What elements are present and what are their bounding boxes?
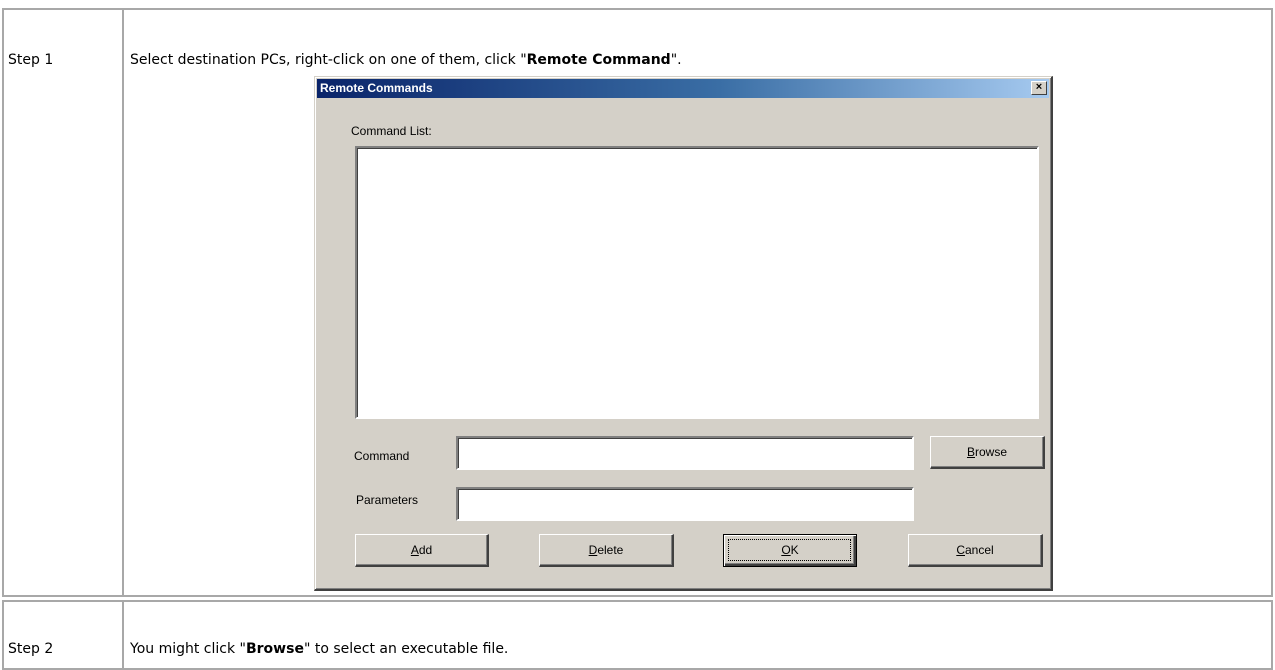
delete-button[interactable]: Delete <box>539 534 674 567</box>
step1-instruction-suffix: ". <box>670 52 682 68</box>
command-list-label: Command List: <box>351 124 432 138</box>
dialog-titlebar[interactable]: Remote Commands × <box>317 79 1049 98</box>
step1-label: Step 1 <box>8 52 54 68</box>
parameters-label: Parameters <box>356 493 419 507</box>
close-icon[interactable]: × <box>1031 81 1047 95</box>
remote-commands-dialog: Remote Commands × Command List: Command … <box>314 76 1053 591</box>
step2-instruction-suffix: " to select an executable file. <box>303 641 509 657</box>
step2-instruction: You might click "Browse" to select an ex… <box>130 641 508 657</box>
command-label: Command <box>354 449 410 463</box>
command-input[interactable] <box>456 436 914 470</box>
step1-instruction-bold: Remote Command <box>526 52 671 68</box>
delete-mnemonic: D <box>588 543 598 557</box>
step2-instruction-bold: Browse <box>245 641 304 657</box>
ok-button[interactable]: OK <box>723 534 857 567</box>
command-list[interactable] <box>355 146 1039 419</box>
dialog-title: Remote Commands <box>320 81 433 95</box>
delete-label-rest: elete <box>597 543 624 557</box>
cancel-button[interactable]: Cancel <box>908 534 1043 567</box>
step2-content-cell <box>122 600 1273 670</box>
step2-label: Step 2 <box>8 641 54 657</box>
add-button[interactable]: Add <box>355 534 489 567</box>
cancel-label-rest: ancel <box>964 543 994 557</box>
add-label-rest: dd <box>418 543 433 557</box>
browse-label-rest: rowse <box>975 445 1008 459</box>
step2-instruction-prefix: You might click " <box>130 641 246 657</box>
add-mnemonic: A <box>410 543 419 557</box>
cancel-mnemonic: C <box>956 543 965 557</box>
step1-instruction: Select destination PCs, right-click on o… <box>130 52 682 68</box>
browse-mnemonic: B <box>966 445 975 459</box>
browse-button[interactable]: Browse <box>930 436 1045 469</box>
step1-label-cell <box>2 8 124 597</box>
ok-focus-rect <box>728 539 851 561</box>
step2-label-cell <box>2 600 124 670</box>
parameters-input[interactable] <box>456 487 914 521</box>
step1-instruction-prefix: Select destination PCs, right-click on o… <box>130 52 527 68</box>
